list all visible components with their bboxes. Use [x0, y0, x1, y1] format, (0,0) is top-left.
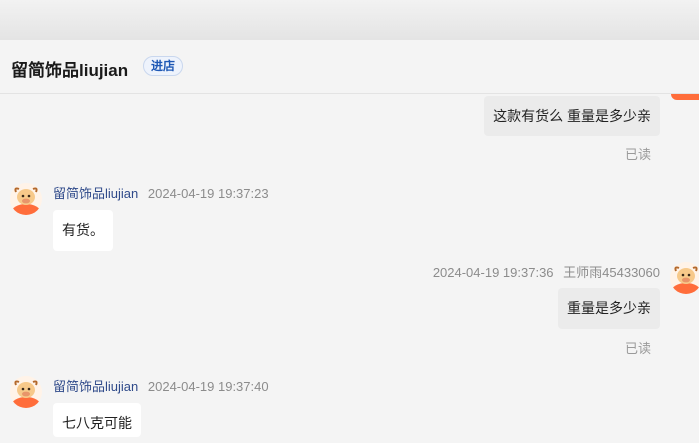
incoming-message-bubble[interactable]: 有货。 — [53, 210, 113, 251]
chat-header: 留简饰品liujian 进店 — [0, 40, 699, 94]
sender-name: 王师雨45433060 — [563, 265, 660, 280]
read-status-label: 已读 — [624, 147, 651, 162]
sender-name[interactable]: 留简饰品liujian — [53, 186, 138, 201]
shop-name-title: 留简饰品liujian — [11, 61, 129, 80]
message-timestamp: 2024-04-19 19:37:36 — [432, 265, 554, 280]
user-avatar-icon — [670, 262, 699, 294]
partial-avatar-icon — [671, 94, 699, 100]
window-top-strip — [0, 0, 699, 40]
enter-shop-button[interactable]: 进店 — [143, 56, 184, 76]
message-meta: 2024-04-19 19:37:36 王师雨45433060 — [433, 262, 660, 281]
message-meta: 留简饰品liujian 2024-04-19 19:37:40 — [53, 376, 269, 395]
shop-avatar-icon — [10, 376, 42, 408]
outgoing-message-bubble[interactable]: 重量是多少亲 — [558, 288, 660, 329]
message-timestamp: 2024-04-19 19:37:23 — [147, 186, 269, 201]
message-meta: 留简饰品liujian 2024-04-19 19:37:23 — [53, 183, 269, 202]
read-status-label: 已读 — [624, 341, 651, 356]
incoming-message-bubble[interactable]: 七八克可能 — [53, 403, 141, 437]
outgoing-message-bubble[interactable]: 这款有货么 重量是多少亲 — [484, 96, 660, 136]
sender-name[interactable]: 留简饰品liujian — [53, 379, 138, 394]
shop-avatar-icon — [10, 183, 42, 215]
message-timestamp: 2024-04-19 19:37:40 — [147, 379, 269, 394]
